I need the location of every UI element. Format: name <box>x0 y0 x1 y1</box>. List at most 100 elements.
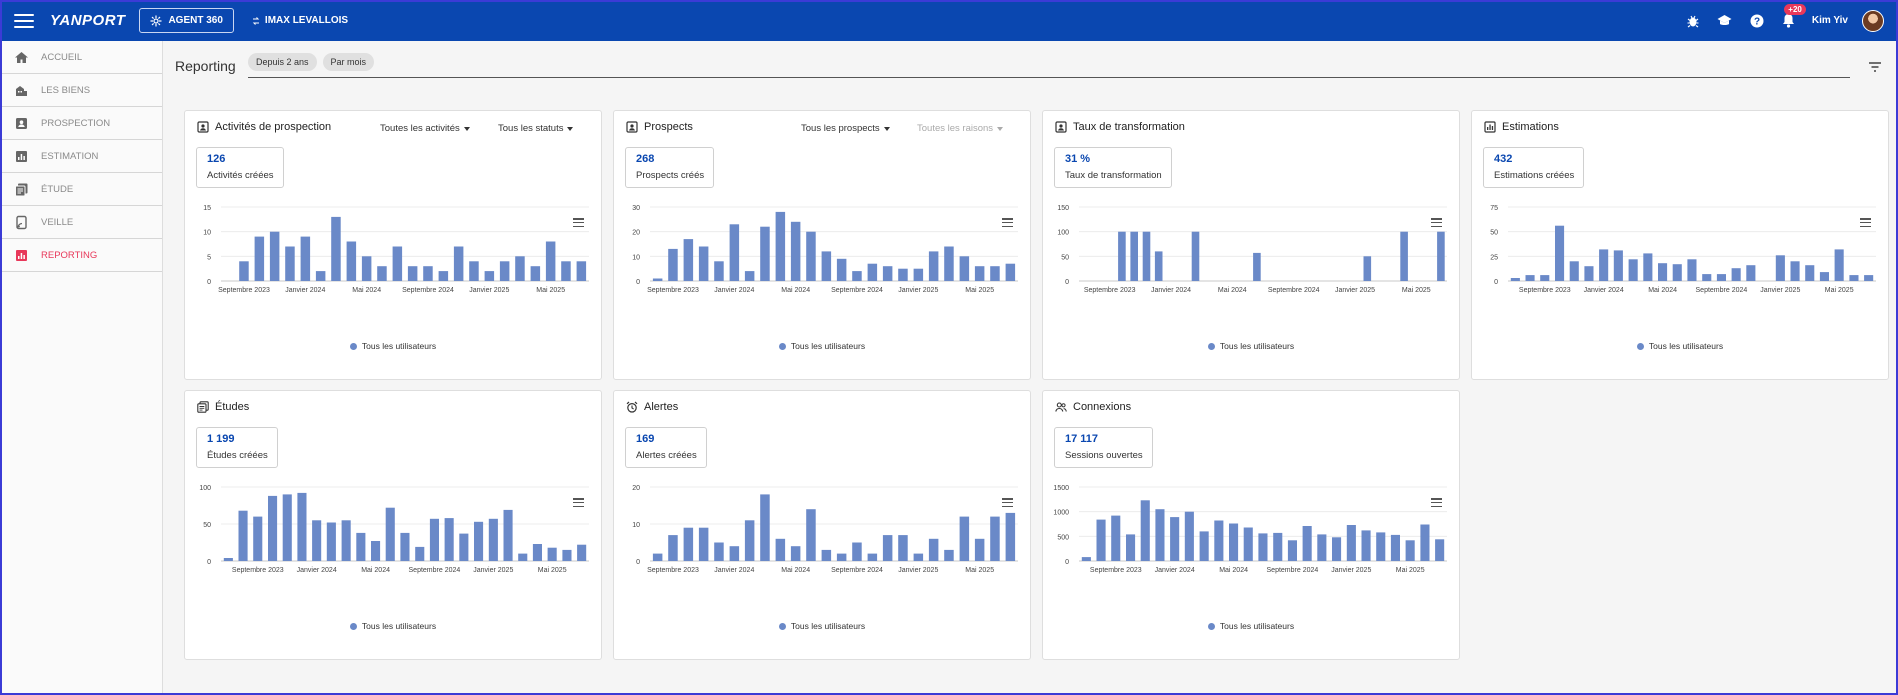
chart-bar[interactable] <box>990 516 1000 561</box>
chart-bar[interactable] <box>760 494 770 561</box>
chart-bar[interactable] <box>1849 275 1859 281</box>
chart-legend[interactable]: Tous les utilisateurs <box>1043 621 1459 631</box>
chart-bar[interactable] <box>562 549 572 561</box>
chart-bar[interactable] <box>1702 274 1712 281</box>
chart-bar[interactable] <box>913 268 924 281</box>
chart-bar[interactable] <box>1258 533 1268 561</box>
chart-legend[interactable]: Tous les utilisateurs <box>1472 341 1888 351</box>
chart-bar[interactable] <box>1805 265 1815 281</box>
chart-bar[interactable] <box>1510 278 1520 281</box>
chart-bar[interactable] <box>453 246 464 282</box>
chart-bar[interactable] <box>1437 231 1445 281</box>
chart-bar[interactable] <box>488 518 498 561</box>
chart-bar[interactable] <box>530 266 541 281</box>
chart-bar[interactable] <box>898 535 908 561</box>
chart-bar[interactable] <box>1140 500 1150 561</box>
chart-bar[interactable] <box>1555 225 1565 281</box>
chart-bar[interactable] <box>714 261 724 281</box>
chart-bar[interactable] <box>1155 509 1165 561</box>
chart-bar[interactable] <box>1687 259 1697 281</box>
chart-bar[interactable] <box>282 494 292 561</box>
chart-bar[interactable] <box>518 553 528 561</box>
chart-bar[interactable] <box>1184 511 1194 561</box>
chart-bar[interactable] <box>683 239 694 281</box>
chart-bar[interactable] <box>852 542 862 562</box>
chart-bar[interactable] <box>974 538 985 561</box>
chart-bar[interactable] <box>790 221 801 281</box>
chart-bar[interactable] <box>867 553 878 561</box>
chart-bar[interactable] <box>1672 264 1682 281</box>
chart-bar[interactable] <box>1170 517 1180 561</box>
chart-bar[interactable] <box>254 236 265 281</box>
chart-bar[interactable] <box>1819 272 1829 281</box>
chart-bar[interactable] <box>1376 532 1386 561</box>
chip-period[interactable]: Depuis 2 ans <box>248 53 317 71</box>
sidebar-item-prospection[interactable]: PROSPECTION <box>0 107 162 140</box>
chart-bar[interactable] <box>867 263 878 281</box>
chart-bar[interactable] <box>1420 524 1430 562</box>
chart-bar[interactable] <box>1199 531 1209 561</box>
chart-bar[interactable] <box>729 224 740 281</box>
chart-bar[interactable] <box>714 542 724 562</box>
chart-bar[interactable] <box>1126 534 1136 561</box>
chart-bar[interactable] <box>400 532 410 561</box>
chart-bar[interactable] <box>1302 526 1312 561</box>
chart-bar[interactable] <box>1569 261 1579 281</box>
chart-bar[interactable] <box>1214 520 1224 562</box>
chart-bar[interactable] <box>1658 263 1668 281</box>
chart-bar[interactable] <box>1525 275 1535 281</box>
chart-bar[interactable] <box>429 518 439 561</box>
chart-bar[interactable] <box>1864 275 1874 281</box>
chart-bar[interactable] <box>652 278 663 282</box>
chart-bar[interactable] <box>1584 266 1594 281</box>
chart-bar[interactable] <box>928 538 939 561</box>
chart-bar[interactable] <box>882 535 893 561</box>
logo[interactable]: YANPORT <box>50 12 125 29</box>
chart-bar[interactable] <box>297 492 307 561</box>
chart-bar[interactable] <box>331 216 341 281</box>
chart-bar[interactable] <box>300 236 311 281</box>
chart-bar[interactable] <box>315 271 326 281</box>
menu-icon[interactable] <box>14 13 34 28</box>
chart-bar[interactable] <box>459 533 469 561</box>
chart-bar[interactable] <box>547 547 557 561</box>
chart-bar[interactable] <box>1628 259 1638 281</box>
chart-bar[interactable] <box>959 516 970 561</box>
chart-bar[interactable] <box>959 256 970 281</box>
sidebar-item-accueil[interactable]: ACCUEIL <box>0 41 162 74</box>
chart-bar[interactable] <box>1834 249 1844 281</box>
chart-bar[interactable] <box>1390 534 1400 561</box>
chart-bar[interactable] <box>821 549 832 561</box>
chart-bar[interactable] <box>1716 274 1726 281</box>
chart-bar[interactable] <box>238 510 248 561</box>
chart-bar[interactable] <box>1746 265 1756 281</box>
bug-icon[interactable] <box>1684 12 1702 30</box>
chart-bar[interactable] <box>806 509 816 561</box>
chart-bar[interactable] <box>1130 231 1138 281</box>
chart-bar[interactable] <box>1363 256 1372 281</box>
chart-bar[interactable] <box>1775 255 1785 281</box>
chart-bar[interactable] <box>1317 534 1327 561</box>
chart-bar[interactable] <box>1229 523 1239 562</box>
chart-bar[interactable] <box>944 549 954 561</box>
sidebar-item-les-biens[interactable]: LES BIENS <box>0 74 162 107</box>
chart-bar[interactable] <box>729 546 740 561</box>
chart-bar[interactable] <box>341 520 351 561</box>
chart-bar[interactable] <box>346 241 357 282</box>
chart-bar[interactable] <box>760 226 770 281</box>
chart-bar[interactable] <box>532 544 542 561</box>
chart-bar[interactable] <box>269 231 280 281</box>
chart-bar[interactable] <box>1332 537 1342 561</box>
chart-bar[interactable] <box>444 518 454 561</box>
chart-bar[interactable] <box>577 544 587 561</box>
chart-bar[interactable] <box>1400 231 1408 281</box>
agent-360-button[interactable]: AGENT 360 <box>139 8 234 33</box>
chart-bar[interactable] <box>790 546 801 561</box>
help-icon[interactable]: ? <box>1748 12 1766 30</box>
chart-bar[interactable] <box>1613 250 1623 281</box>
chart-bar[interactable] <box>1253 252 1261 281</box>
chart-bar[interactable] <box>285 246 295 282</box>
chart-bar[interactable] <box>821 251 832 281</box>
chart-bar[interactable] <box>545 241 556 282</box>
chart-bar[interactable] <box>1599 249 1609 281</box>
